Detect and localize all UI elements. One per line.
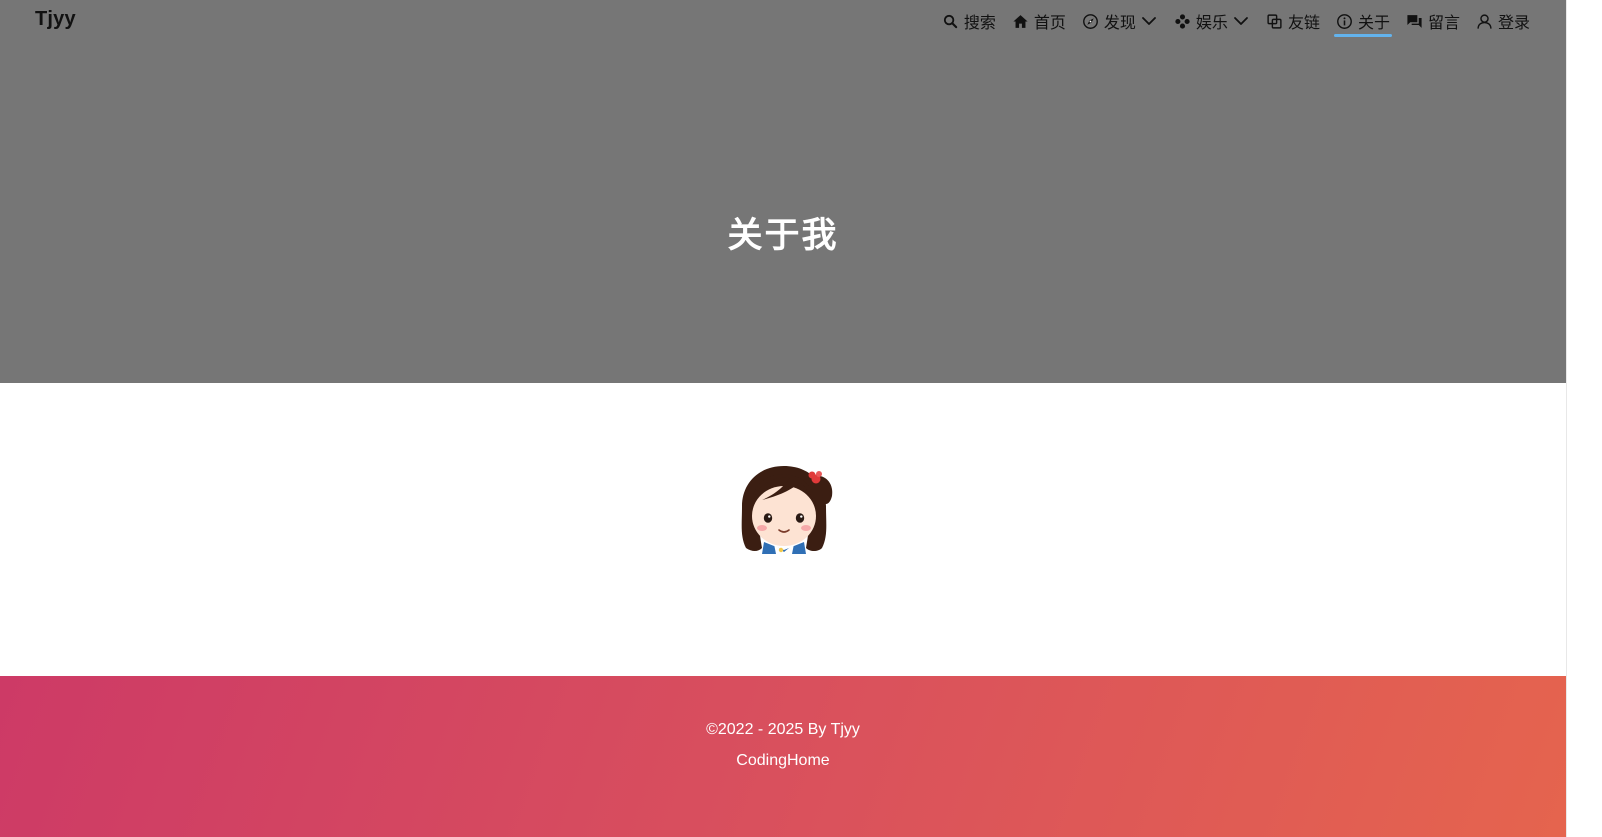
avatar <box>734 462 834 554</box>
nav-item-label: 首页 <box>1033 13 1066 32</box>
nav-item-label: 搜索 <box>963 13 996 32</box>
nav-item-message[interactable]: 留言 <box>1406 0 1460 42</box>
chat-icon <box>1406 13 1423 30</box>
footer-site-name[interactable]: CodingHome <box>0 752 1566 770</box>
hero-header: Tjyy 搜索 首页 发现 娱乐 友链 关于 留言 登录 关于我 <box>0 0 1566 383</box>
nav-item-home[interactable]: 首页 <box>1012 0 1066 42</box>
nav-item-label: 登录 <box>1497 13 1530 32</box>
site-footer: ©2022 - 2025 By Tjyy CodingHome <box>0 676 1566 837</box>
nav-item-search[interactable]: 搜索 <box>942 0 996 42</box>
navbar: Tjyy 搜索 首页 发现 娱乐 友链 关于 留言 登录 <box>0 0 1566 42</box>
nav-item-label: 友链 <box>1287 13 1320 32</box>
nav-item-about[interactable]: 关于 <box>1333 0 1392 42</box>
info-icon <box>1336 13 1353 30</box>
nav-item-label: 关于 <box>1357 13 1390 32</box>
nav-menu: 搜索 首页 发现 娱乐 友链 关于 留言 登录 <box>942 0 1530 42</box>
nav-item-label: 留言 <box>1427 13 1460 32</box>
nav-item-login[interactable]: 登录 <box>1476 0 1530 42</box>
chevron-down-icon[interactable] <box>1140 12 1158 30</box>
about-content <box>0 383 1566 676</box>
page: Tjyy 搜索 首页 发现 娱乐 友链 关于 留言 登录 关于我 ©2022 -… <box>0 0 1602 837</box>
compass-icon <box>1082 13 1099 30</box>
page-title: 关于我 <box>727 216 839 257</box>
site-brand[interactable]: Tjyy <box>35 8 76 31</box>
nav-item-entertainment[interactable]: 娱乐 <box>1174 0 1250 42</box>
scrollbar-gutter[interactable] <box>1566 0 1602 837</box>
search-icon <box>942 13 959 30</box>
nav-item-discover[interactable]: 发现 <box>1082 0 1158 42</box>
nav-item-label: 娱乐 <box>1195 13 1228 32</box>
chevron-down-icon[interactable] <box>1232 12 1250 30</box>
home-icon <box>1012 13 1029 30</box>
user-icon <box>1476 13 1493 30</box>
nav-item-links[interactable]: 友链 <box>1266 0 1320 42</box>
gamepad-icon <box>1174 13 1191 30</box>
link-icon <box>1266 13 1283 30</box>
footer-copyright: ©2022 - 2025 By Tjyy <box>706 721 860 738</box>
nav-item-label: 发现 <box>1103 13 1136 32</box>
